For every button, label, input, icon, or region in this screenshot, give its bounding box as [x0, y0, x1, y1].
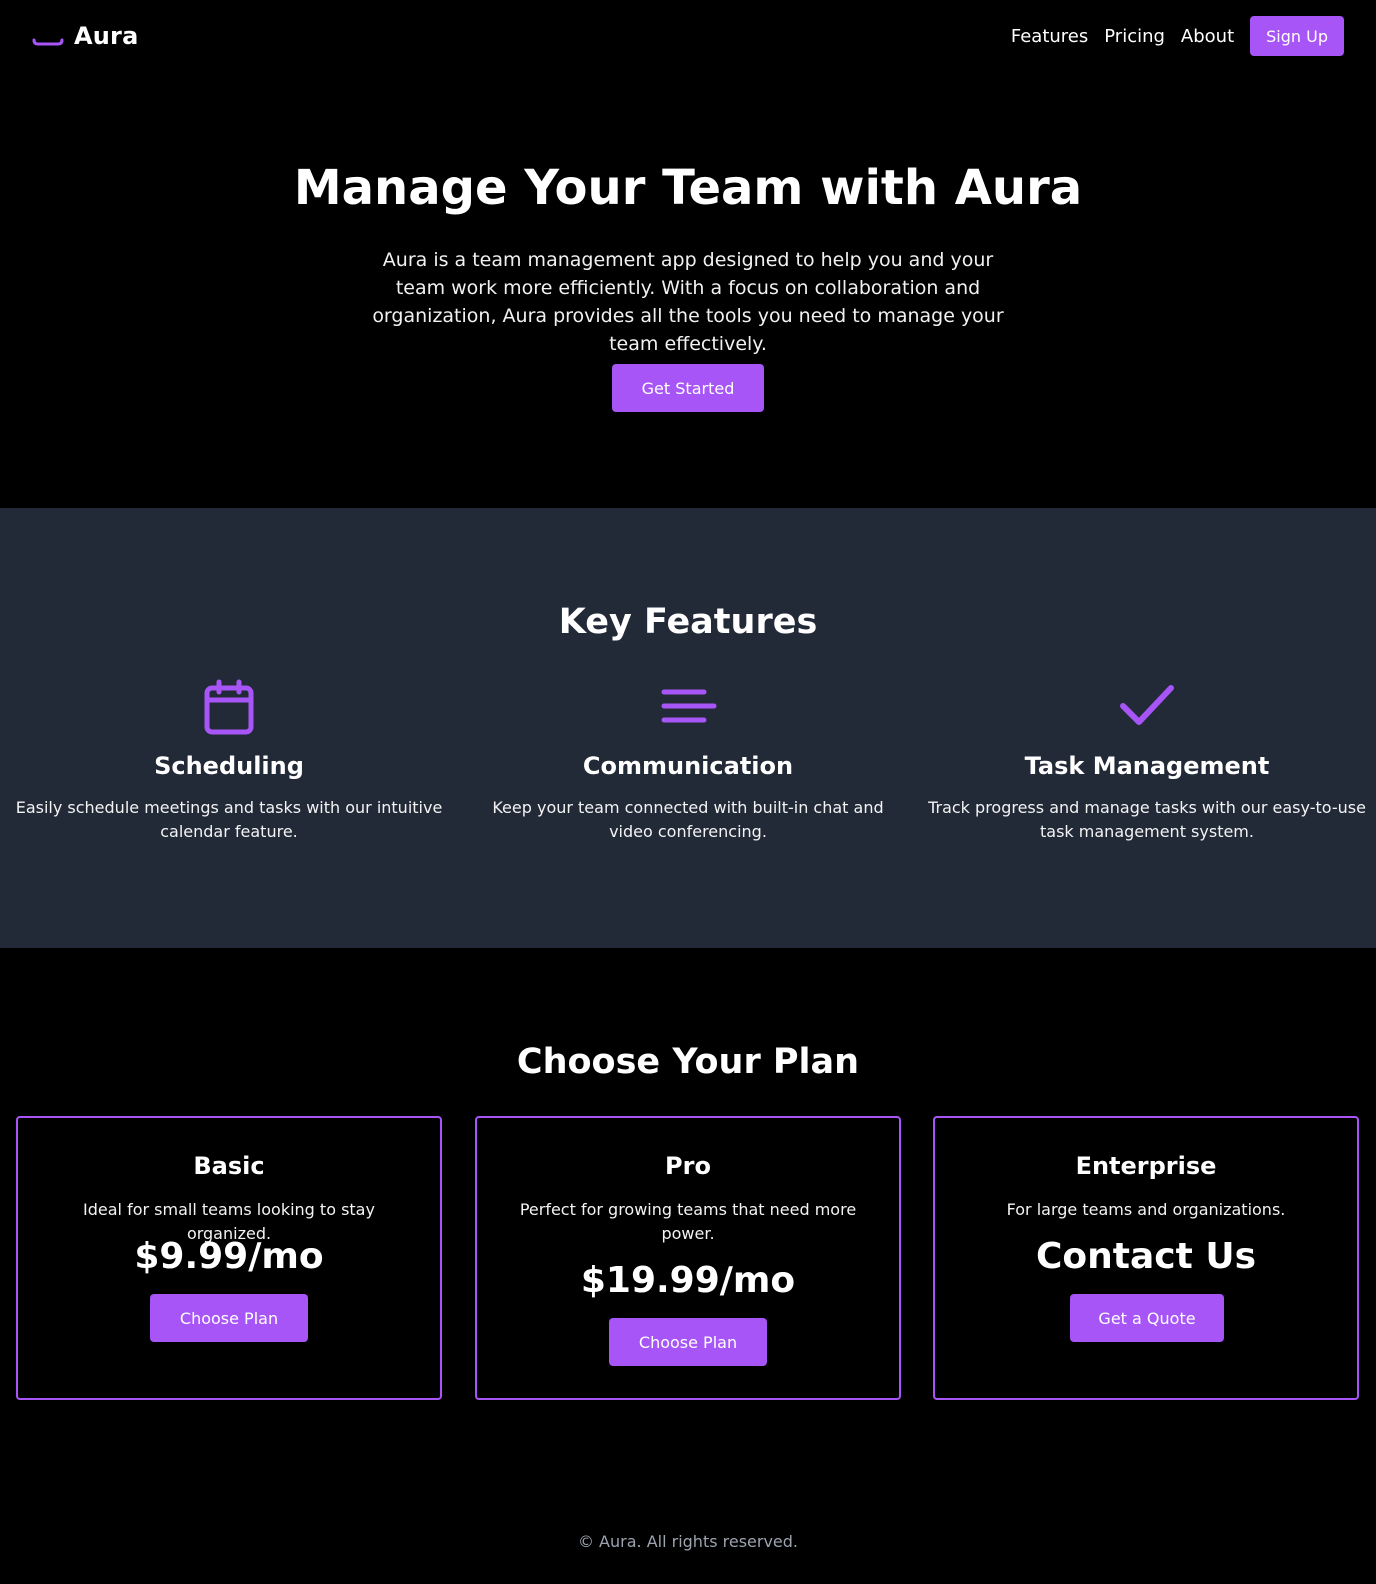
- plan-name: Basic: [193, 1152, 265, 1180]
- plan-card-basic: Basic Ideal for small teams looking to s…: [16, 1116, 442, 1400]
- checkmark-icon: [1120, 685, 1174, 725]
- feature-description: Easily schedule meetings and tasks with …: [15, 798, 443, 841]
- copyright-text: © Aura. All rights reserved.: [577, 1532, 799, 1551]
- pricing-title: Choose Your Plan: [516, 1042, 860, 1082]
- features-section: Key Features Scheduling Easily schedule …: [0, 508, 1376, 948]
- nav-link-about[interactable]: About: [1181, 26, 1234, 47]
- nav-link-features[interactable]: Features: [1011, 26, 1088, 47]
- choose-plan-button[interactable]: Choose Plan: [609, 1318, 767, 1366]
- feature-title: Task Management: [1024, 752, 1270, 780]
- feature-title: Scheduling: [154, 752, 304, 780]
- nav-link-pricing[interactable]: Pricing: [1104, 26, 1165, 47]
- sign-up-button[interactable]: Sign Up: [1250, 16, 1344, 56]
- plan-description: For large teams and organizations.: [1006, 1200, 1286, 1219]
- plan-price: $9.99/mo: [134, 1236, 324, 1277]
- underline-bar-icon: [32, 38, 64, 46]
- plan-name: Enterprise: [1075, 1152, 1217, 1180]
- feature-title: Communication: [582, 752, 794, 780]
- hero-section: Manage Your Team with Aura Aura is a tea…: [0, 72, 1376, 508]
- hero-description: Aura is a team management app designed t…: [372, 249, 1004, 355]
- landing-page: Aura Features Pricing About Sign Up Mana…: [0, 0, 1376, 1584]
- plan-price: Contact Us: [1035, 1236, 1257, 1277]
- calendar-icon: [204, 679, 254, 735]
- feature-description: Track progress and manage tasks with our…: [928, 798, 1366, 841]
- plan-price: $19.99/mo: [580, 1260, 796, 1301]
- plan-description: Perfect for growing teams that need more…: [519, 1200, 857, 1243]
- plan-card-pro: Pro Perfect for growing teams that need …: [475, 1116, 901, 1400]
- feature-task-management: Task Management Track progress and manag…: [927, 676, 1367, 844]
- site-footer: © Aura. All rights reserved.: [0, 1508, 1376, 1584]
- pricing-section: Choose Your Plan Basic Ideal for small t…: [0, 948, 1376, 1508]
- plan-name: Pro: [665, 1152, 711, 1180]
- brand[interactable]: Aura: [32, 22, 139, 50]
- site-header: Aura Features Pricing About Sign Up: [0, 0, 1376, 72]
- get-started-button[interactable]: Get Started: [612, 364, 764, 412]
- feature-communication: Communication Keep your team connected w…: [468, 676, 908, 844]
- lines-icon: [661, 689, 717, 723]
- choose-plan-button[interactable]: Choose Plan: [150, 1294, 308, 1342]
- get-a-quote-button[interactable]: Get a Quote: [1070, 1294, 1224, 1342]
- feature-description: Keep your team connected with built-in c…: [492, 798, 884, 841]
- feature-scheduling: Scheduling Easily schedule meetings and …: [9, 676, 449, 844]
- hero-title: Manage Your Team with Aura: [293, 160, 1083, 216]
- features-title: Key Features: [558, 602, 818, 642]
- main-nav: Features Pricing About Sign Up: [1011, 16, 1344, 56]
- plan-card-enterprise: Enterprise For large teams and organizat…: [933, 1116, 1359, 1400]
- brand-name: Aura: [74, 22, 139, 50]
